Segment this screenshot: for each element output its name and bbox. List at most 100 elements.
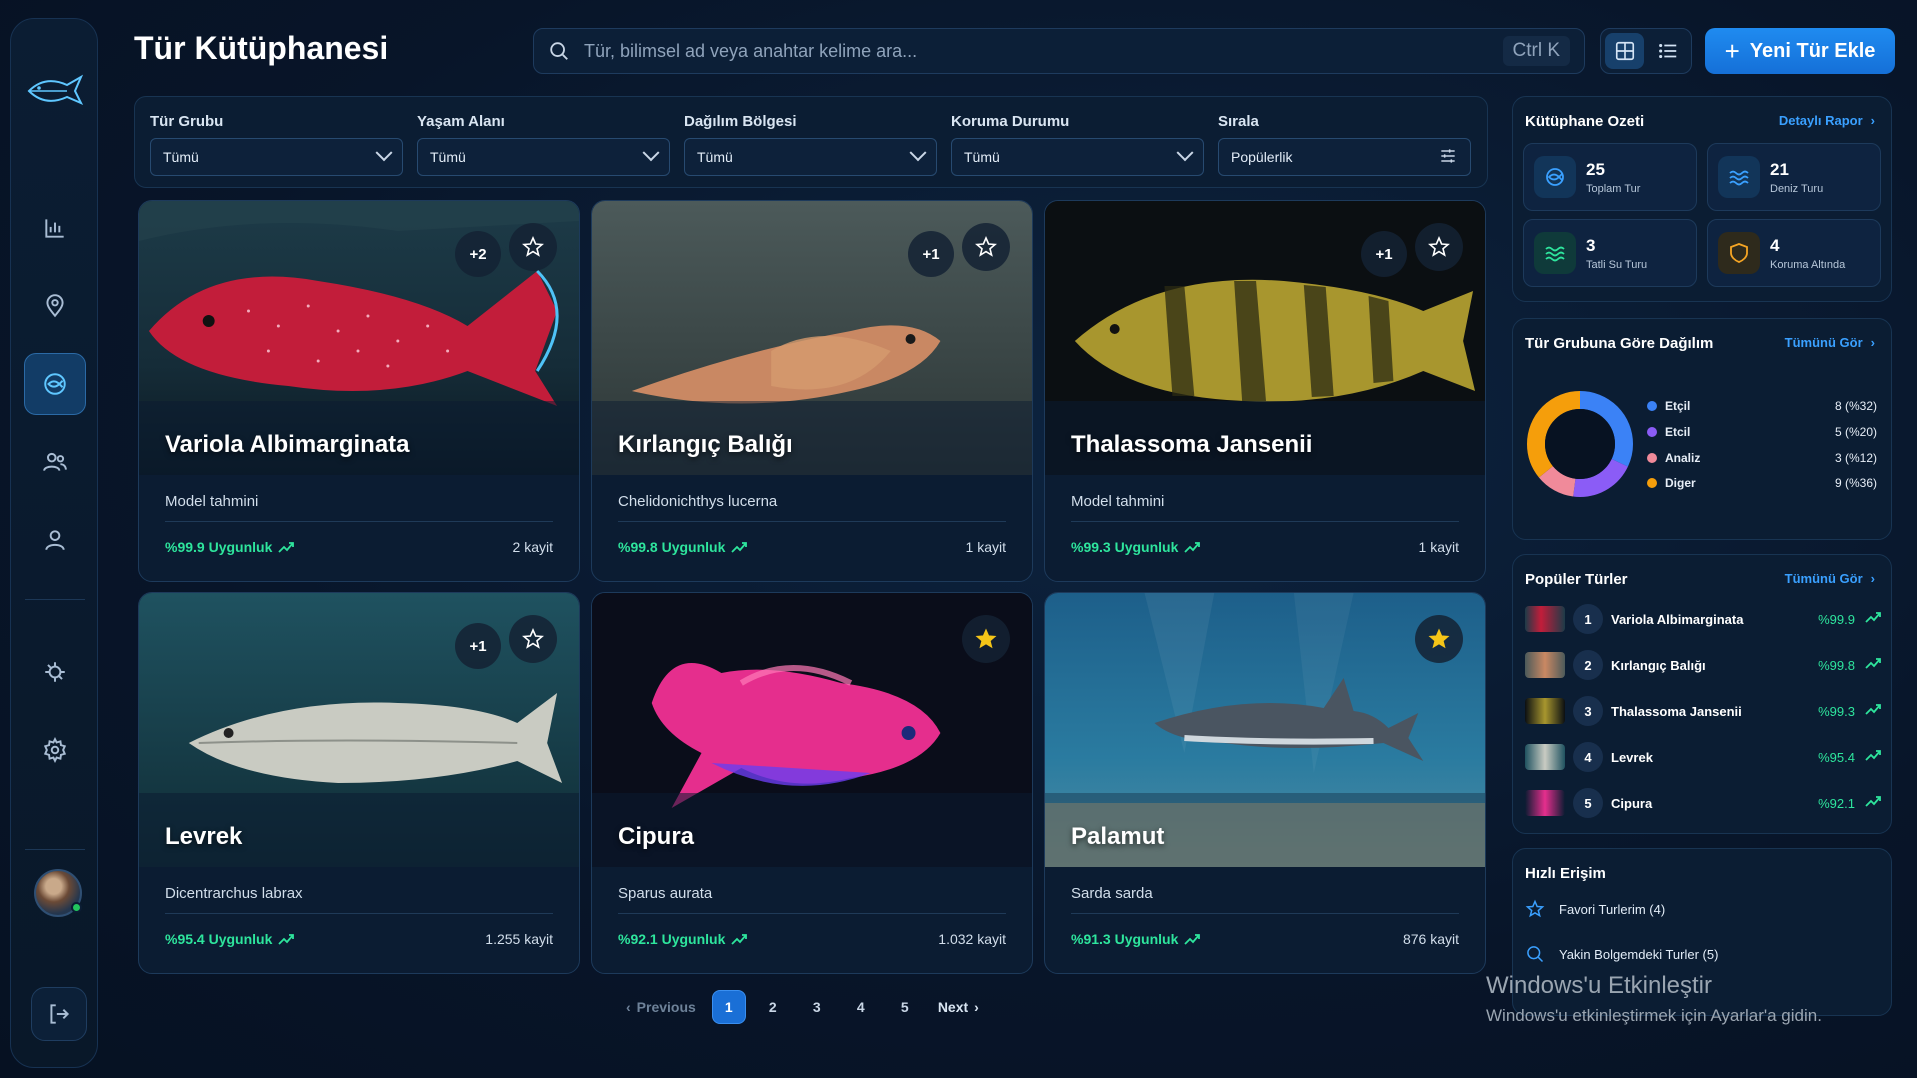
detailed-report-link[interactable]: Detaylı Rapor › <box>1779 113 1875 128</box>
legend-pct: (%36) <box>1844 476 1877 490</box>
sidebar-item-team[interactable] <box>24 431 86 493</box>
match-score: %99.9 Uygunluk <box>165 539 295 555</box>
view-all-popular-link[interactable]: Tümünü Gör › <box>1785 571 1875 586</box>
favorite-button[interactable] <box>509 615 557 663</box>
extra-images-badge[interactable]: +1 <box>455 623 501 669</box>
page-button[interactable]: 2 <box>756 990 790 1024</box>
species-card[interactable]: +1 Thalassoma Jansenii Model tahmini %99… <box>1044 200 1486 582</box>
page-button[interactable]: 5 <box>888 990 922 1024</box>
popular-species-score: %95.4 <box>1818 749 1855 765</box>
search-shortcut: Ctrl K <box>1502 36 1570 66</box>
extra-images-badge[interactable]: +2 <box>455 231 501 277</box>
record-count: 1.255 kayit <box>485 931 553 947</box>
stat-label: Koruma Altında <box>1770 258 1846 271</box>
rank-badge: 4 <box>1573 742 1603 772</box>
chevron-down-icon <box>375 144 393 162</box>
panel-title: Tür Grubuna Göre Dağılım <box>1525 335 1714 352</box>
popular-species-row[interactable]: 2 Kırlangıç Balığı %99.8 <box>1525 645 1881 685</box>
star-outline-icon <box>1428 235 1450 257</box>
record-count: 876 kayit <box>1402 931 1459 947</box>
extra-images-badge[interactable]: +1 <box>908 231 954 277</box>
trend-up-icon <box>1865 794 1881 812</box>
legend-dot <box>1647 401 1657 411</box>
search-bar[interactable]: Ctrl K <box>533 28 1585 74</box>
sidebar-item-map[interactable] <box>24 275 86 337</box>
avatar[interactable] <box>34 869 82 917</box>
legend-name: Diger <box>1665 476 1696 490</box>
list-view-button[interactable] <box>1648 33 1687 69</box>
species-card[interactable]: Palamut Sarda sarda %91.3 Uygunluk 876 k… <box>1044 592 1486 974</box>
sidebar-item-species[interactable] <box>24 353 86 415</box>
match-score: %92.1 Uygunluk <box>618 931 748 947</box>
favorite-button[interactable] <box>1415 223 1463 271</box>
popular-species-row[interactable]: 3 Thalassoma Jansenii %99.3 <box>1525 691 1881 731</box>
region-select[interactable]: Tümü <box>684 138 937 176</box>
record-count: 1 kayit <box>965 539 1006 555</box>
species-card[interactable]: +2 Variola Albimarginata Model tahmini %… <box>138 200 580 582</box>
popular-species-row[interactable]: 4 Levrek %95.4 <box>1525 737 1881 777</box>
match-text: %95.4 Uygunluk <box>165 931 273 947</box>
match-text: %91.3 Uygunluk <box>1071 931 1179 947</box>
popular-species-name: Levrek <box>1611 749 1653 765</box>
popular-species-row[interactable]: 1 Variola Albimarginata %99.9 <box>1525 599 1881 639</box>
search-input[interactable] <box>584 40 1503 62</box>
quick-access-label: Favori Turlerim (4) <box>1559 901 1666 917</box>
species-card[interactable]: +1 Levrek Dicentrarchus labrax %95.4 Uyg… <box>138 592 580 974</box>
species-card[interactable]: +1 Kırlangıç Balığı Chelidonichthys luce… <box>591 200 1033 582</box>
rank-badge: 1 <box>1573 604 1603 634</box>
favorite-button[interactable] <box>509 223 557 271</box>
trend-up-icon <box>1865 610 1881 628</box>
match-text: %99.9 Uygunluk <box>165 539 273 555</box>
previous-page-button[interactable]: ‹ Previous <box>620 990 702 1024</box>
users-icon <box>43 452 67 471</box>
divider <box>1071 913 1459 914</box>
sort-select[interactable]: Popülerlik <box>1218 138 1471 176</box>
filter-habitat: Yaşam Alanı Tümü <box>417 113 670 176</box>
species-group-select[interactable]: Tümü <box>150 138 403 176</box>
scientific-name: Sarda sarda <box>1071 885 1153 902</box>
rank-badge: 5 <box>1573 788 1603 818</box>
habitat-select[interactable]: Tümü <box>417 138 670 176</box>
extra-images-badge[interactable]: +1 <box>1361 231 1407 277</box>
favorite-button[interactable] <box>1415 615 1463 663</box>
popular-species-row[interactable]: 5 Cipura %92.1 <box>1525 783 1881 823</box>
page-button[interactable]: 3 <box>800 990 834 1024</box>
quick-access-nearby[interactable]: Yakin Bolgemdeki Turler (5) <box>1525 944 1718 964</box>
species-card[interactable]: Cipura Sparus aurata %92.1 Uygunluk 1.03… <box>591 592 1033 974</box>
logout-button[interactable] <box>31 987 87 1041</box>
sidebar-item-settings[interactable] <box>24 719 86 781</box>
windows-activation-watermark: Windows'u Etkinleştir Windows'u etkinleş… <box>1486 972 1822 1026</box>
sidebar-item-microbe[interactable] <box>24 641 86 703</box>
sidebar-item-statistics[interactable] <box>24 197 86 259</box>
sidebar-item-profile[interactable] <box>24 509 86 571</box>
page-title: Tür Kütüphanesi <box>134 30 389 66</box>
watermark-title: Windows'u Etkinleştir <box>1486 972 1712 999</box>
filter-species-group: Tür Grubu Tümü <box>150 113 403 176</box>
conservation-select[interactable]: Tümü <box>951 138 1204 176</box>
fish-logo-icon[interactable] <box>25 67 85 111</box>
popular-species-name: Cipura <box>1611 795 1653 811</box>
species-name: Levrek <box>165 823 243 850</box>
view-all-distribution-link[interactable]: Tümünü Gör › <box>1785 335 1875 350</box>
page-button[interactable]: 4 <box>844 990 878 1024</box>
chevron-down-icon <box>909 144 927 162</box>
watermark-subtitle: Windows'u etkinleştirmek için Ayarlar'a … <box>1486 1006 1822 1025</box>
plus-icon: + <box>1724 36 1740 66</box>
favorite-button[interactable] <box>962 615 1010 663</box>
chevron-down-icon <box>642 144 660 162</box>
grid-view-button[interactable] <box>1605 33 1644 69</box>
species-thumbnail <box>1525 606 1565 632</box>
page-button[interactable]: 1 <box>711 990 746 1024</box>
stat-protected-species: 4 Koruma Altında <box>1707 219 1881 287</box>
pagination: ‹ Previous 1 2 3 4 5 Next › <box>620 990 985 1024</box>
add-species-button[interactable]: + Yeni Tür Ekle <box>1705 28 1895 74</box>
favorite-button[interactable] <box>962 223 1010 271</box>
virus-icon <box>45 662 65 682</box>
legend-dot <box>1647 427 1657 437</box>
next-page-button[interactable]: Next › <box>932 990 985 1024</box>
species-name: Cipura <box>618 823 695 850</box>
match-score: %91.3 Uygunluk <box>1071 931 1201 947</box>
quick-access-favorites[interactable]: Favori Turlerim (4) <box>1525 899 1665 919</box>
legend-value: 3 <box>1834 451 1842 465</box>
record-count: 2 kayit <box>512 539 553 555</box>
